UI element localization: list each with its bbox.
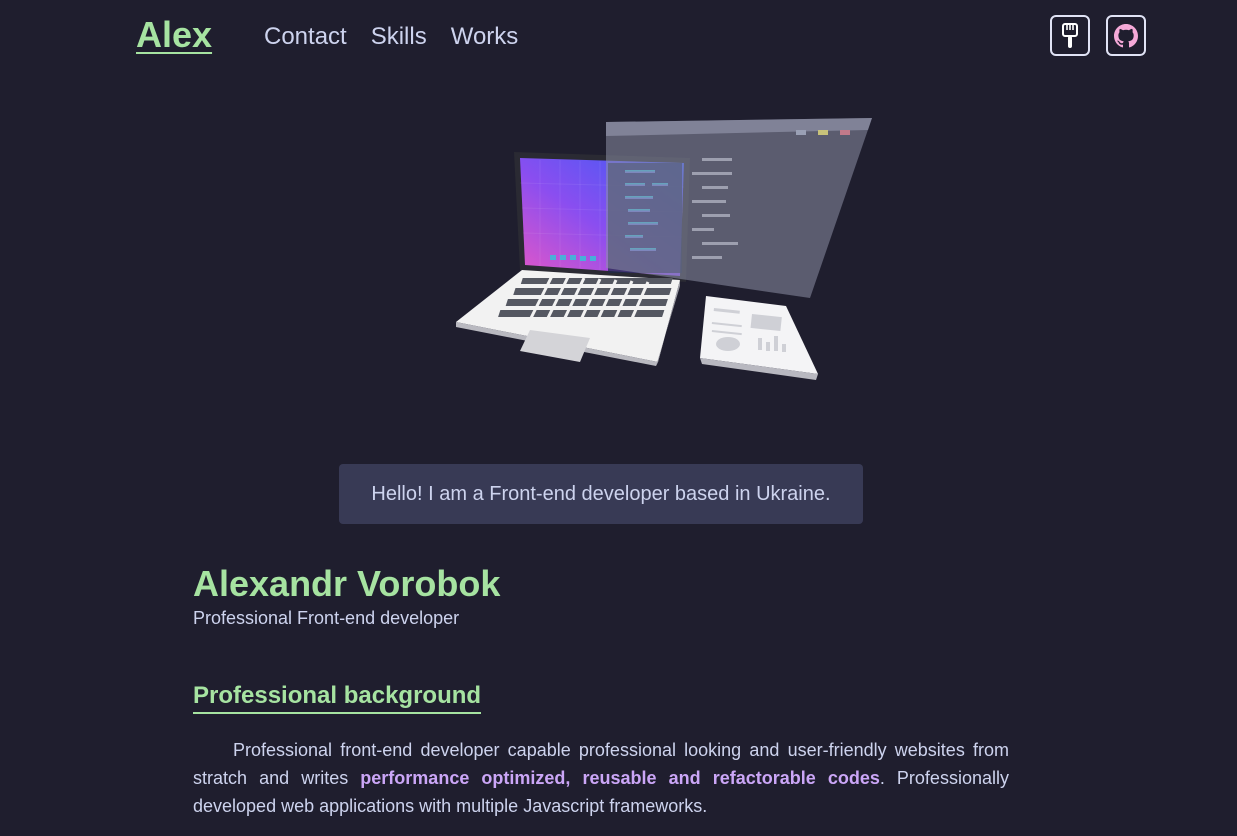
profile-role: Professional Front-end developer <box>193 608 460 628</box>
greeting-banner: Hello! I am a Front-end developer based … <box>339 464 863 524</box>
logo-link[interactable]: Alex <box>136 14 212 56</box>
nav-link-skills[interactable]: Skills <box>371 22 427 52</box>
section-title-background: Professional background <box>193 681 482 714</box>
laptop-illustration <box>456 118 872 380</box>
nav-link-works[interactable]: Works <box>451 22 519 52</box>
hero-illustration <box>440 108 890 398</box>
theme-toggle-button[interactable] <box>1050 15 1090 56</box>
github-button[interactable] <box>1106 15 1146 56</box>
paint-brush-icon <box>1062 22 1078 48</box>
background-paragraph: Professional front-end developer capable… <box>193 736 1009 820</box>
github-icon <box>1114 23 1138 47</box>
bio-highlight: performance optimized, reusable and refa… <box>360 768 880 788</box>
main-nav: Contact Skills Works <box>264 22 518 52</box>
site-header: Alex Contact Skills Works <box>0 0 1237 72</box>
profile-name: Alexandr Vorobok <box>193 563 501 604</box>
nav-link-contact[interactable]: Contact <box>264 22 347 52</box>
